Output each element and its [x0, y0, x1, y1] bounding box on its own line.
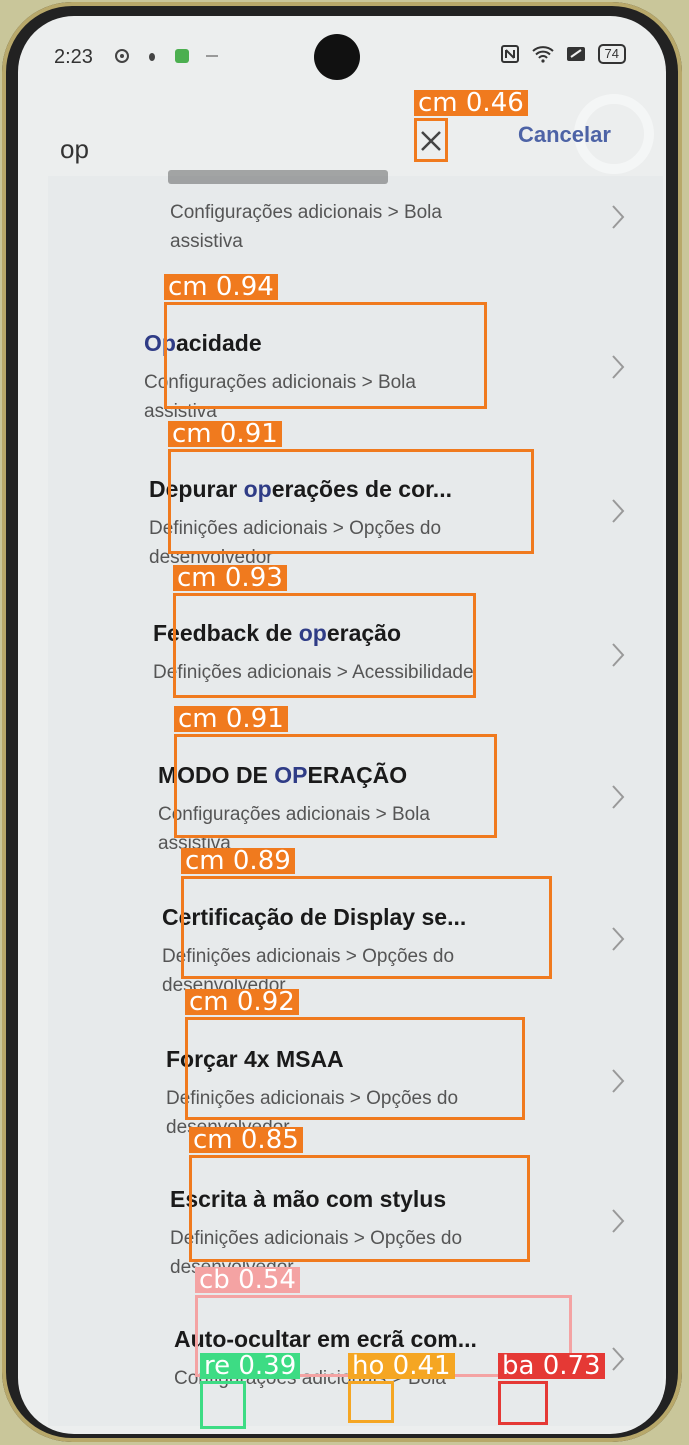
detection-box [174, 734, 497, 838]
clipped-title [168, 170, 388, 184]
detection-label: cm 0.91 [168, 421, 282, 447]
detection-label: cm 0.94 [164, 274, 278, 300]
detection-box [173, 593, 476, 698]
detection-box [414, 118, 448, 162]
detection-label: cm 0.92 [185, 989, 299, 1015]
settings-icon [115, 49, 129, 63]
detection-box [164, 302, 487, 409]
chevron-right-icon [612, 927, 625, 951]
detection-label: cb 0.54 [195, 1267, 300, 1293]
sim-icon [566, 47, 585, 61]
detection-label: cm 0.46 [414, 90, 528, 116]
app-notification-icon [175, 49, 189, 63]
detection-label: cm 0.91 [174, 706, 288, 732]
detection-box [200, 1381, 246, 1429]
status-bar: 2:23 74 [18, 16, 666, 96]
status-right-icons: 74 [500, 44, 626, 64]
detection-box [168, 449, 534, 554]
detection-label: cm 0.85 [189, 1127, 303, 1153]
detection-box [348, 1381, 394, 1423]
bug-icon [149, 53, 155, 61]
detection-label: cm 0.93 [173, 565, 287, 591]
detection-box [181, 876, 552, 979]
search-input[interactable]: op [60, 134, 89, 165]
chevron-right-icon [612, 355, 625, 379]
chevron-right-icon [612, 205, 625, 229]
status-time: 2:23 [54, 46, 93, 68]
front-camera [314, 34, 360, 80]
detection-label: re 0.39 [200, 1353, 301, 1379]
battery-indicator: 74 [597, 44, 626, 64]
detection-label: cm 0.89 [181, 848, 295, 874]
chevron-right-icon [612, 1347, 625, 1371]
chevron-right-icon [612, 1209, 625, 1233]
detection-label: ba 0.73 [498, 1353, 605, 1379]
detection-box [189, 1155, 530, 1262]
cancel-button[interactable]: Cancelar [518, 122, 611, 148]
result-path: Configurações adicionais > Bola assistiv… [170, 202, 442, 252]
status-left-icons [114, 48, 220, 64]
search-result-item[interactable]: Configurações adicionais > Bola assistiv… [48, 170, 663, 266]
chevron-right-icon [612, 499, 625, 523]
detection-box [185, 1017, 525, 1120]
chevron-right-icon [612, 643, 625, 667]
chevron-right-icon [612, 1069, 625, 1093]
detection-box [498, 1381, 548, 1425]
chevron-right-icon [612, 785, 625, 809]
more-notifications-icon [206, 55, 218, 57]
detection-label: ho 0.41 [348, 1353, 455, 1379]
nfc-icon [500, 45, 519, 63]
wifi-icon [531, 46, 554, 63]
